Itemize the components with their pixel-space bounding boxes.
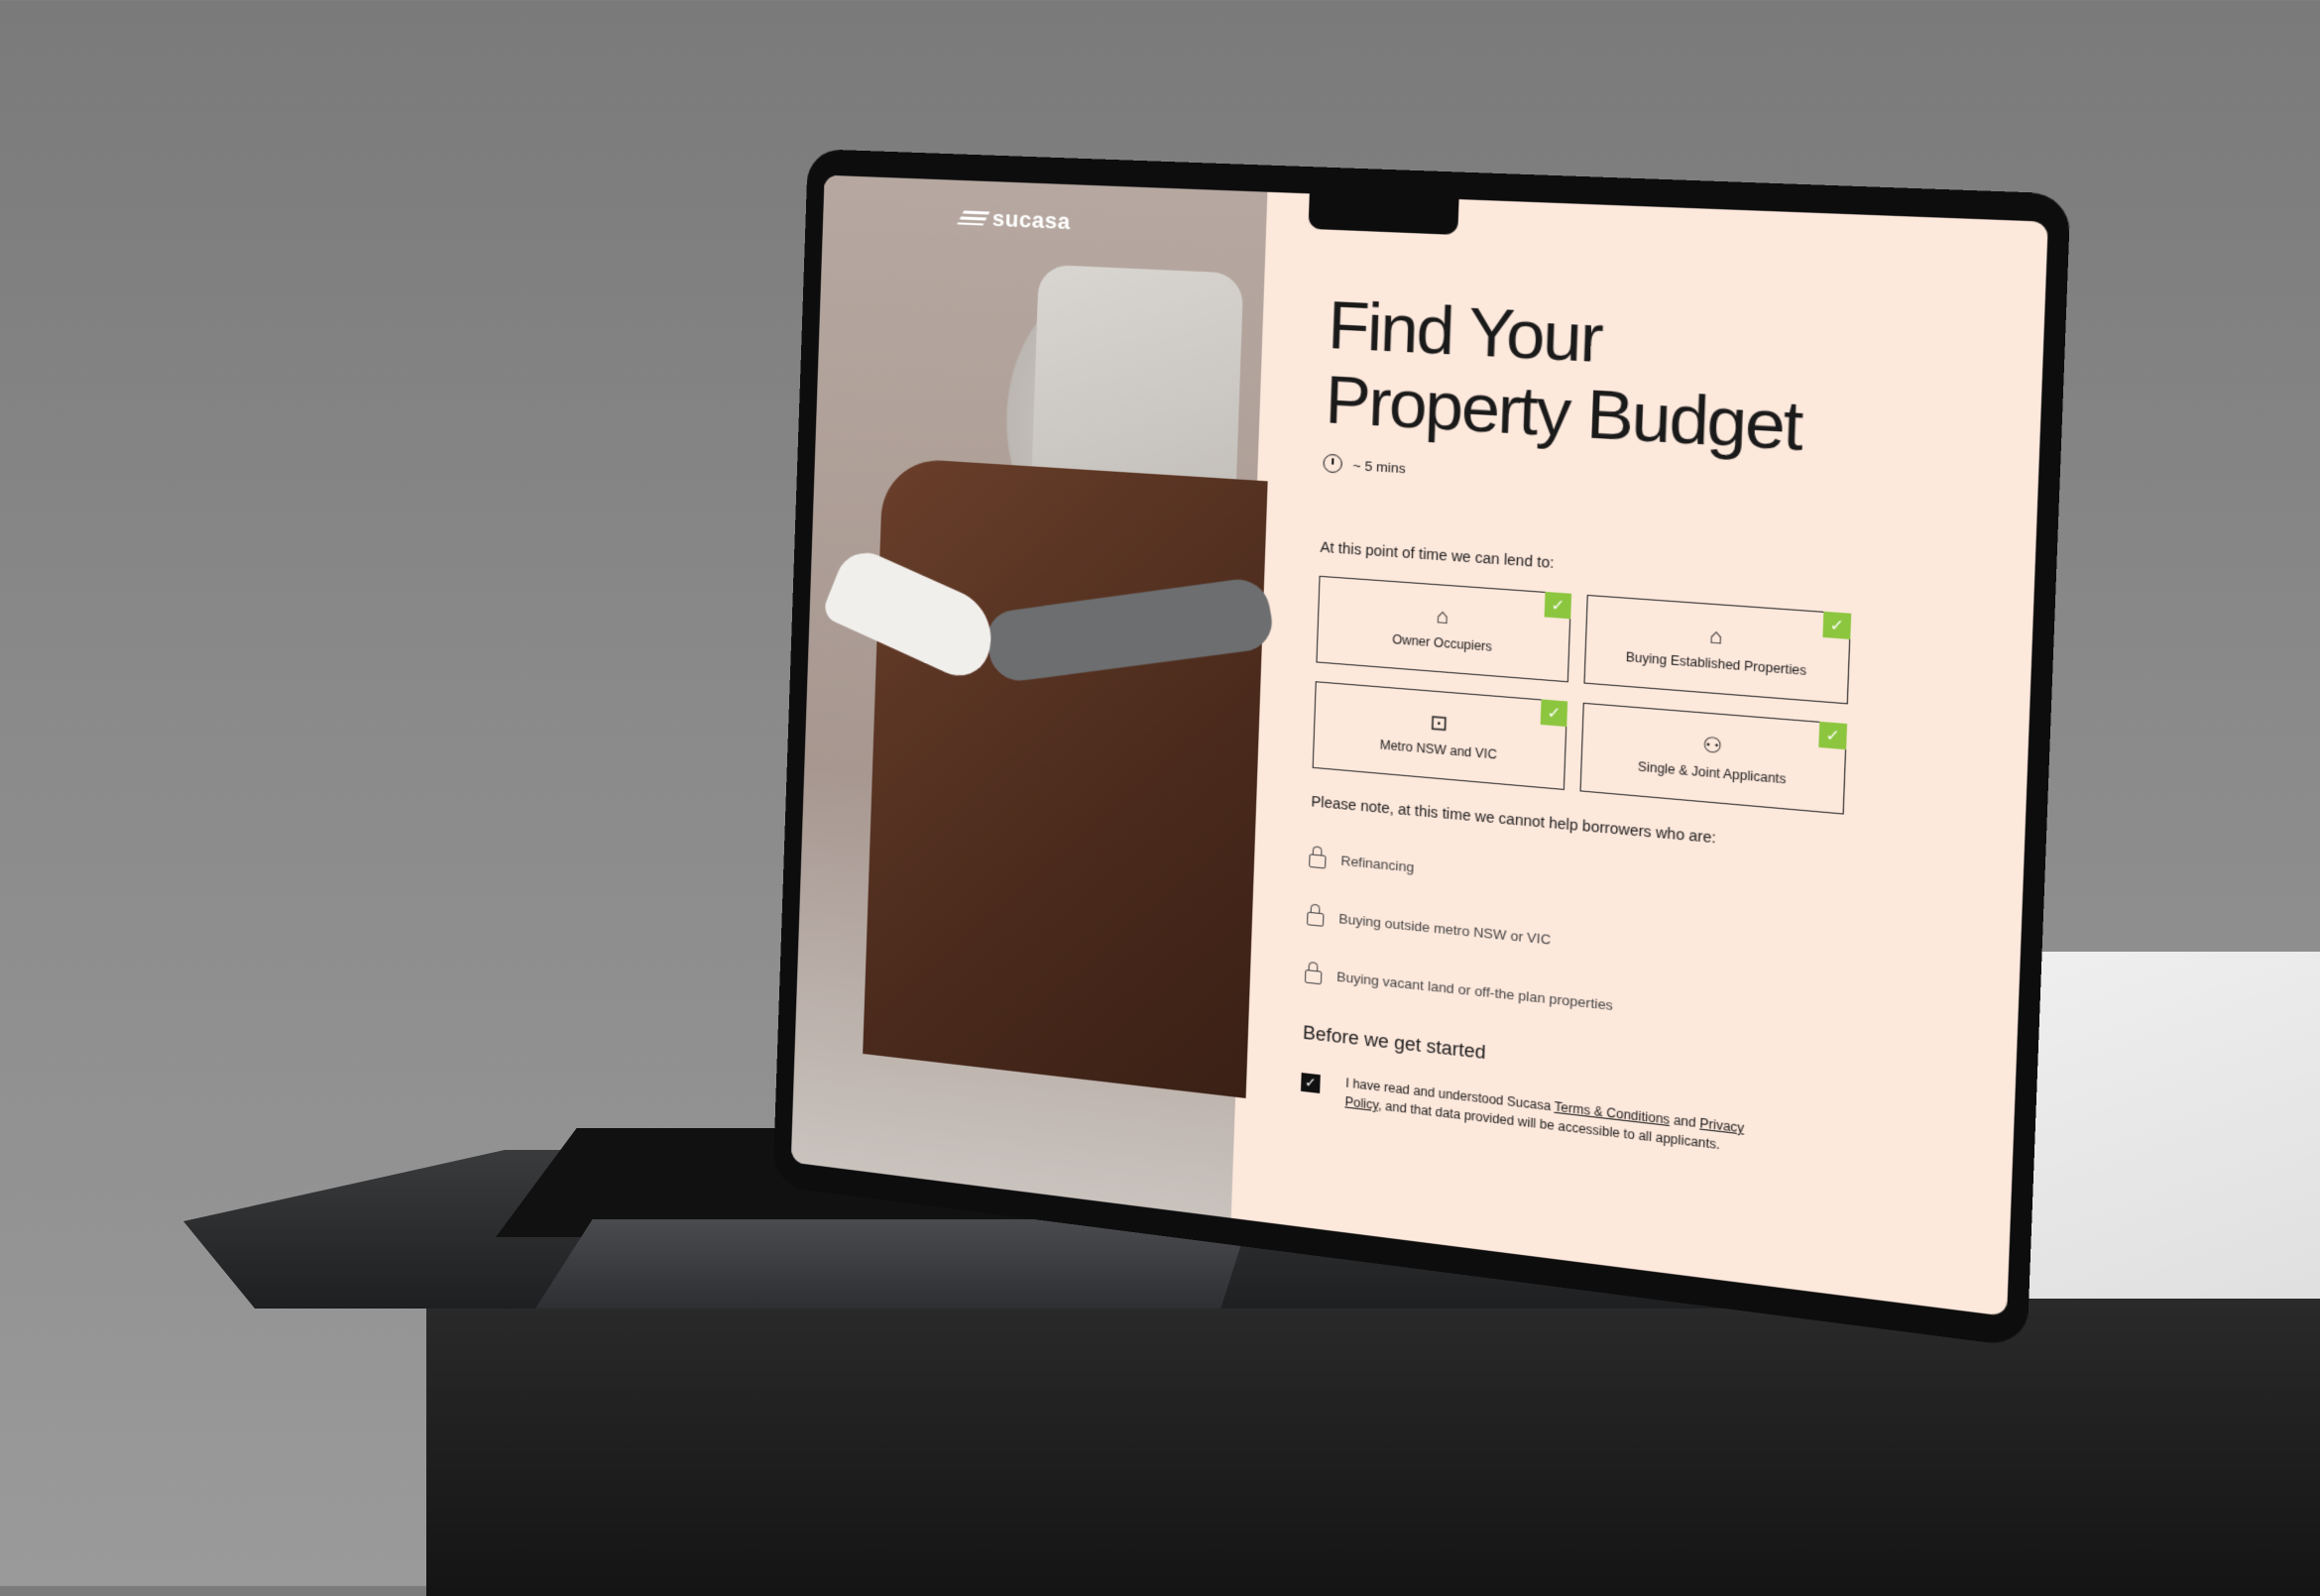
option-label: Metro NSW and VIC: [1379, 737, 1498, 762]
option-label: Owner Occupiers: [1391, 631, 1493, 655]
option-single-joint-applicants[interactable]: ⚇ Single & Joint Applicants ✓: [1579, 702, 1848, 815]
pedestal-side: [426, 1299, 2320, 1596]
list-item-text: Refinancing: [1340, 852, 1415, 875]
option-established-properties[interactable]: ⌂ Buying Established Properties ✓: [1583, 594, 1852, 705]
eligible-options: ⌂ Owner Occupiers ✓ ⌂ Buying Established…: [1312, 575, 1986, 827]
consent-checkbox[interactable]: ✓: [1301, 1073, 1321, 1093]
photo-chair: [863, 456, 1268, 1098]
check-icon: ✓: [1822, 611, 1852, 639]
consent-middle: and: [1669, 1112, 1700, 1131]
duration: ~ 5 mins: [1323, 453, 1990, 513]
page-title: Find Your Property Budget: [1324, 287, 1803, 466]
list-item-text: Buying outside metro NSW or VIC: [1338, 910, 1552, 948]
scene: sucasa Find Your Property Budget ~ 5 min…: [0, 0, 2320, 1596]
hero-photo: sucasa: [790, 174, 1277, 1218]
people-icon: ⚇: [1701, 734, 1723, 759]
check-icon: ✓: [1818, 721, 1848, 750]
list-item-text: Buying vacant land or off-the plan prope…: [1335, 968, 1614, 1013]
check-icon: ✓: [1544, 591, 1572, 620]
form-panel: Find Your Property Budget ~ 5 mins At th…: [1231, 192, 2048, 1316]
logo[interactable]: sucasa: [957, 204, 1071, 235]
logo-mark-icon: [957, 210, 990, 226]
duration-text: ~ 5 mins: [1352, 456, 1407, 476]
screen: sucasa Find Your Property Budget ~ 5 min…: [790, 174, 2048, 1316]
option-label: Single & Joint Applicants: [1637, 758, 1787, 787]
laptop-screen-bezel: sucasa Find Your Property Budget ~ 5 min…: [772, 149, 2071, 1348]
check-icon: ✓: [1540, 699, 1568, 728]
timer-icon: [1323, 453, 1343, 474]
option-owner-occupiers[interactable]: ⌂ Owner Occupiers ✓: [1316, 575, 1572, 683]
logo-text: sucasa: [991, 205, 1071, 235]
tram-icon: ⊡: [1429, 711, 1449, 737]
lock-icon: [1306, 911, 1325, 927]
option-metro-nsw-vic[interactable]: ⊡ Metro NSW and VIC ✓: [1312, 681, 1568, 791]
person-home-icon: ⌂: [1436, 605, 1450, 629]
option-label: Buying Established Properties: [1625, 649, 1807, 679]
lock-icon: [1309, 853, 1327, 868]
lock-icon: [1304, 969, 1323, 984]
house-icon: ⌂: [1708, 625, 1724, 650]
